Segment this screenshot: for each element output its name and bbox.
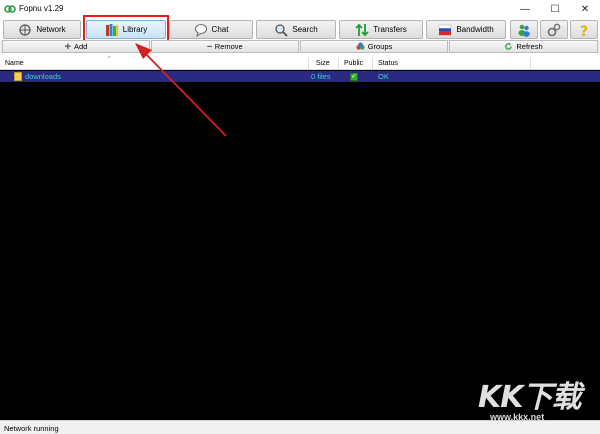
column-divider[interactable] [530, 58, 531, 70]
svg-text:?: ? [580, 24, 588, 37]
fopnu-logo-icon [4, 5, 16, 13]
column-public[interactable]: Public [344, 60, 363, 67]
minus-icon: ━ [207, 42, 212, 51]
refresh-icon [505, 42, 513, 50]
column-status[interactable]: Status [378, 60, 398, 67]
remove-button[interactable]: ━ Remove [151, 40, 299, 53]
column-divider[interactable] [372, 58, 373, 70]
books-icon [105, 23, 118, 36]
refresh-label: Refresh [516, 42, 543, 51]
sort-ascending-icon: ^ [108, 56, 111, 62]
chat-button[interactable]: Chat [169, 20, 253, 39]
groups-icon [356, 42, 365, 50]
remove-label: Remove [214, 42, 243, 51]
add-button[interactable]: ✚ Add [2, 40, 150, 53]
groups-button[interactable]: Groups [300, 40, 448, 53]
bandwidth-label: Bandwidth [456, 25, 494, 34]
window-title: Fopnu v1.29 [19, 4, 64, 13]
column-divider[interactable] [308, 58, 309, 70]
bandwidth-flag-icon [439, 24, 452, 35]
public-checkbox[interactable]: ✓ [350, 73, 358, 81]
network-label: Network [36, 25, 66, 34]
list-header: ^ Name Size Public Status [0, 56, 600, 70]
table-row[interactable]: downloads 0 files ✓ OK [0, 71, 600, 82]
refresh-button[interactable]: Refresh [449, 40, 598, 53]
add-label: Add [73, 42, 88, 51]
transfers-button[interactable]: Transfers [339, 20, 423, 39]
bandwidth-button[interactable]: Bandwidth [426, 20, 506, 39]
network-button[interactable]: Network [3, 20, 81, 39]
transfers-label: Transfers [373, 25, 407, 34]
plus-icon: ✚ [64, 42, 71, 51]
library-label: Library [122, 25, 148, 34]
minimize-button[interactable]: — [510, 0, 540, 18]
search-button[interactable]: Search [256, 20, 336, 39]
row-name: downloads [25, 72, 61, 81]
status-text: Network running [4, 424, 59, 433]
groups-label: Groups [367, 42, 393, 51]
options-button[interactable] [540, 20, 568, 39]
status-bar: Network running [0, 420, 600, 434]
row-size: 0 files [311, 72, 331, 81]
chat-label: Chat [211, 25, 229, 34]
magnifier-icon [275, 23, 288, 37]
help-button[interactable]: ? [570, 20, 598, 39]
transfer-arrows-icon [355, 23, 369, 36]
column-divider[interactable] [338, 58, 339, 70]
column-name[interactable]: Name [5, 60, 24, 67]
search-label: Search [292, 25, 318, 34]
row-status: OK [378, 72, 389, 81]
maximize-button[interactable]: ☐ [540, 0, 570, 18]
main-toolbar: Network Library Chat Search Transfers Ba… [0, 18, 600, 40]
question-mark-icon: ? [580, 24, 588, 37]
folder-icon [14, 72, 22, 81]
gears-icon [547, 23, 561, 36]
network-icon [19, 23, 31, 36]
close-button[interactable]: ✕ [570, 0, 600, 18]
users-button[interactable] [510, 20, 538, 39]
column-size[interactable]: Size [316, 60, 330, 67]
title-bar: Fopnu v1.29 — ☐ ✕ [0, 0, 600, 18]
shared-folders-list[interactable]: downloads 0 files ✓ OK [0, 70, 600, 420]
sub-toolbar: ✚ Add ━ Remove Groups Refresh [0, 40, 600, 53]
users-icon [518, 24, 530, 37]
chat-bubble-icon [194, 23, 207, 37]
library-button[interactable]: Library [86, 20, 166, 39]
